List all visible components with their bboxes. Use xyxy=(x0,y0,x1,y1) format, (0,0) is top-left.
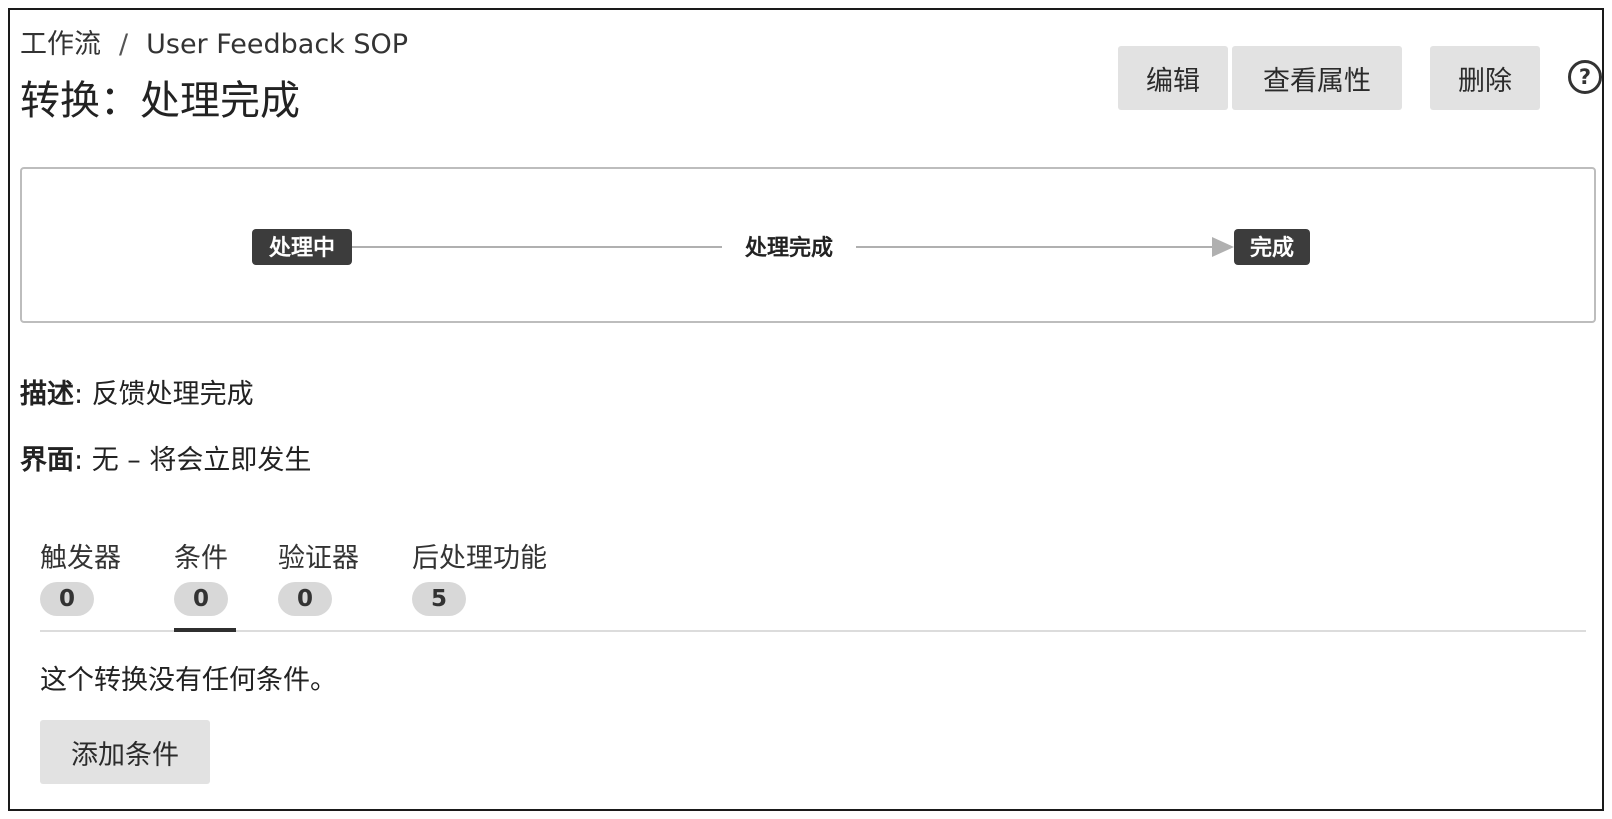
tab-label: 后处理功能 xyxy=(412,543,547,574)
to-status-label: 完成 xyxy=(1250,235,1294,261)
tab-count-badge: 5 xyxy=(412,582,466,616)
screen-value: 无 – 将会立即发生 xyxy=(91,445,312,476)
page-title: 转换：处理完成 xyxy=(20,78,300,124)
edit-button[interactable]: 编辑 xyxy=(1118,46,1228,110)
tab-post-functions[interactable]: 后处理功能 5 xyxy=(412,536,547,632)
description-label: 描述 xyxy=(20,379,74,410)
from-status-label: 处理中 xyxy=(268,235,335,261)
breadcrumb-current[interactable]: User Feedback SOP xyxy=(146,29,408,60)
view-properties-button[interactable]: 查看属性 xyxy=(1232,46,1402,110)
page-frame: 工作流 / User Feedback SOP 转换：处理完成 编辑 查看属性 删除… xyxy=(8,8,1604,811)
transition-diagram-svg: 处理中 处理完成 完成 xyxy=(252,229,1310,265)
description-value: 反馈处理完成 xyxy=(91,379,254,410)
tab-validators[interactable]: 验证器 0 xyxy=(278,536,359,632)
breadcrumb-root-link[interactable]: 工作流 xyxy=(20,29,101,60)
tab-label: 验证器 xyxy=(278,543,359,574)
screen-label: 界面 xyxy=(20,445,74,476)
breadcrumb-separator: / xyxy=(119,29,129,60)
delete-button[interactable]: 删除 xyxy=(1430,46,1540,110)
diagram-arrowhead-icon xyxy=(1212,237,1234,257)
help-circle-icon[interactable]: ? xyxy=(1568,60,1602,94)
tab-count-badge: 0 xyxy=(174,582,228,616)
tab-count-badge: 0 xyxy=(40,582,94,616)
tab-triggers[interactable]: 触发器 0 xyxy=(40,536,121,632)
tab-label: 条件 xyxy=(174,543,228,574)
screen-field: 界面: 无 – 将会立即发生 xyxy=(20,445,312,476)
breadcrumb: 工作流 / User Feedback SOP xyxy=(20,22,408,61)
empty-conditions-message: 这个转换没有任何条件。 xyxy=(40,665,337,696)
description-field: 描述: 反馈处理完成 xyxy=(20,379,254,410)
tab-bar: 触发器 0 条件 0 验证器 0 后处理功能 5 xyxy=(40,536,1586,632)
transition-diagram: 处理中 处理完成 完成 xyxy=(20,167,1596,323)
add-condition-button[interactable]: 添加条件 xyxy=(40,720,210,784)
tab-count-badge: 0 xyxy=(278,582,332,616)
transition-name-label: 处理完成 xyxy=(744,235,833,261)
tab-conditions[interactable]: 条件 0 xyxy=(174,536,236,632)
tab-label: 触发器 xyxy=(40,543,121,574)
